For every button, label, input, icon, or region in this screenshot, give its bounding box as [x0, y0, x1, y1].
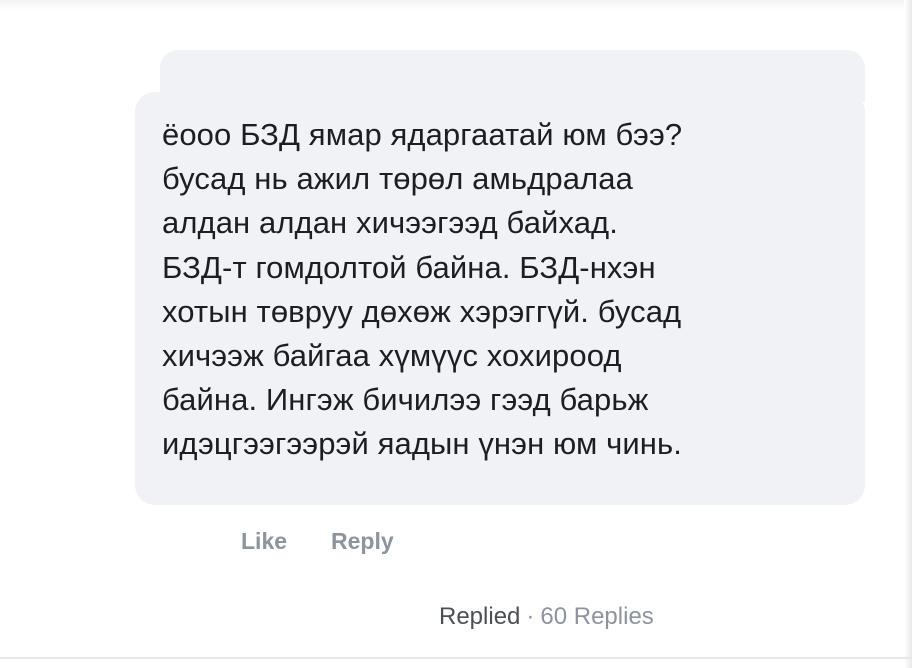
comment-line: ёооо БЗД ямар ядаргаатай юм бээ?	[162, 117, 683, 152]
separator-dot: ·	[526, 603, 535, 630]
replies-count: 60 Replies	[540, 603, 654, 630]
right-edge	[904, 0, 912, 668]
comment-line: алдан алдан хичээгээд байхад.	[162, 205, 618, 241]
replied-label: Replied	[439, 603, 521, 630]
divider	[0, 657, 912, 659]
comment-actions: Like Reply	[241, 528, 394, 555]
like-button[interactable]: Like	[241, 528, 287, 555]
comment-line: хотын төвруу дөхөж хэрэггүй. бусад	[162, 293, 682, 329]
comment-line: БЗД-т гомдолтой байна. БЗД-нхэн	[162, 249, 656, 285]
top-edge	[0, 0, 912, 10]
view-replies-link[interactable]: Replied · 60 Replies	[439, 603, 654, 631]
reply-button[interactable]: Reply	[331, 528, 394, 555]
comment-line: бусад нь ажил төрөл амьдралаа	[162, 161, 633, 197]
comment-line: хичээж байгаа хүмүүс хохироод	[162, 338, 622, 374]
comment-line: байна. Ингэж бичилээ гээд барьж	[162, 382, 649, 418]
comment-line: идэцгээгээрэй яадын үнэн юм чинь.	[162, 426, 682, 462]
comment-text: ёооо БЗД ямар ядаргаатай юм бээ? бусад н…	[162, 113, 852, 467]
